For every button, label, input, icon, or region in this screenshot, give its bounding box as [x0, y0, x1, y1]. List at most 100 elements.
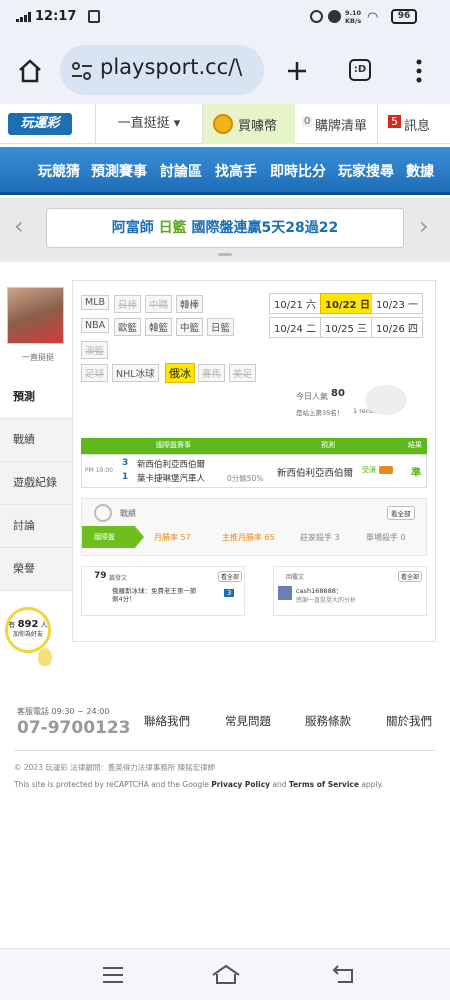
- tag-jp-basketball[interactable]: 日籃: [207, 318, 235, 336]
- stat-single-killer: 單場殺手 0: [366, 533, 406, 542]
- post-reply-count: 3: [224, 589, 235, 597]
- privacy-policy-link[interactable]: Privacy Policy: [211, 780, 270, 789]
- url-text[interactable]: playsport.cc/\: [100, 55, 260, 79]
- team1-name[interactable]: 新西伯利亞西伯爾: [137, 458, 205, 470]
- pick-team: 新西伯利亞西伯爾: [277, 468, 354, 479]
- record-tab[interactable]: 國際盤: [82, 526, 144, 548]
- tag-kr-basketball[interactable]: 韓籃: [145, 318, 173, 336]
- mascot-icon: [365, 385, 407, 415]
- tab-switcher-button[interactable]: :D: [349, 59, 371, 81]
- link-contact[interactable]: 聯絡我們: [144, 713, 190, 729]
- date-1023[interactable]: 10/23 一: [371, 293, 423, 314]
- tag-nba[interactable]: NBA: [81, 318, 110, 333]
- link-terms[interactable]: 服務條款: [305, 713, 351, 729]
- tag-kbo[interactable]: 韓棒: [176, 295, 204, 313]
- tag-horse-racing: 賽馬: [198, 364, 226, 382]
- nav-player-search[interactable]: 玩家搜尋: [338, 161, 394, 181]
- record-label: 戰績: [120, 509, 136, 518]
- nav-forum[interactable]: 討論區: [160, 161, 202, 181]
- pick-badge: [379, 466, 393, 474]
- profile-side-menu: 預測 戰績 遊戲紀錄 討論 榮譽: [0, 376, 72, 591]
- reply-text: 感謝一直挺挺大的分析: [296, 597, 357, 604]
- tel-number[interactable]: 07-9700123: [17, 718, 131, 738]
- online-post: 人: [40, 621, 48, 629]
- avatar[interactable]: [7, 287, 64, 344]
- cart-count: 0: [302, 116, 313, 127]
- pick-tag: 受讓: [362, 466, 376, 474]
- online-friends-badge[interactable]: 有 892 人 加你為好友: [5, 607, 51, 653]
- profile-name[interactable]: 一直挺挺: [22, 352, 54, 363]
- tag-soccer: 足球: [81, 364, 109, 382]
- header-intl: 國際盤賽事: [156, 441, 191, 449]
- replies-label: 回覆文: [286, 574, 305, 581]
- nav-experts[interactable]: 找高手: [215, 161, 257, 181]
- stat-main-monthly: 主推月勝率 65: [222, 533, 275, 542]
- back-icon[interactable]: [332, 964, 356, 984]
- tag-au-basketball: 澳籃: [81, 341, 109, 359]
- messages-button[interactable]: 5 訊息: [382, 104, 450, 144]
- home-nav-icon[interactable]: [211, 963, 241, 985]
- link-faq[interactable]: 常見問題: [225, 713, 271, 729]
- link-about[interactable]: 關於我們: [386, 713, 432, 729]
- team1-score: 3: [122, 458, 129, 468]
- online-count: 892: [17, 619, 39, 630]
- banner-league: 日籃: [158, 220, 187, 236]
- record-more-button[interactable]: 看全部: [387, 506, 415, 520]
- posts-box: 79 篇發文 看全部 俄羅斯冰球：免費老王第一節佩4分！ 3: [81, 566, 245, 616]
- table-row[interactable]: PM 19:00 3 新西伯利亞西伯爾 1 葉卡捷琳堡汽車人 0分輸50% 新西…: [81, 454, 427, 488]
- prediction-panel: MLB 日棒 中職 韓棒 NBA 歐籃 韓籃 中籃 日籃 澳籃 足球 NHL冰球…: [72, 280, 436, 642]
- nav-predict[interactable]: 預測賽事: [91, 161, 147, 181]
- tag-euro-basketball[interactable]: 歐籃: [114, 318, 142, 336]
- recaptcha-notice: This site is protected by reCAPTCHA and …: [14, 780, 383, 789]
- carousel-dots: [218, 253, 232, 256]
- odds: 0分輸50%: [227, 474, 264, 483]
- tag-nhl[interactable]: NHL冰球: [112, 364, 159, 382]
- tag-mlb[interactable]: MLB: [81, 295, 110, 310]
- clock: 12:17: [35, 9, 77, 24]
- site-settings-icon[interactable]: [71, 61, 93, 81]
- date-1026[interactable]: 10/26 四: [371, 317, 423, 338]
- result-mark: 準: [411, 468, 421, 479]
- online-sub: 加你為好友: [12, 631, 43, 638]
- chevron-left-icon[interactable]: ‹: [14, 212, 24, 240]
- tag-cn-basketball[interactable]: 中籃: [176, 318, 204, 336]
- user-menu[interactable]: 一直挺挺 ▾: [95, 104, 203, 144]
- buy-coins-button[interactable]: 買噱幣: [203, 104, 295, 144]
- recents-icon[interactable]: [101, 966, 125, 984]
- posts-label: 篇發文: [109, 575, 128, 582]
- promo-banner: ‹ 阿富師 日籃 國際盤連贏5天28過22 ›: [0, 198, 450, 262]
- screenshot-icon: [88, 10, 100, 23]
- replies-more-button[interactable]: 看全部: [398, 571, 423, 582]
- menu-icon[interactable]: [414, 58, 424, 84]
- side-game-log[interactable]: 遊戲紀錄: [0, 462, 72, 505]
- date-1021[interactable]: 10/21 六: [269, 293, 321, 314]
- side-record[interactable]: 戰績: [0, 419, 72, 462]
- header-predict: 預測: [321, 441, 335, 449]
- copyright: © 2023 玩運彩 法律顧問：蓋英得力法律事務所 陳銘宏律師: [14, 763, 216, 772]
- team2-name[interactable]: 葉卡捷琳堡汽車人: [137, 472, 205, 484]
- nav-live-score[interactable]: 即時比分: [270, 161, 326, 181]
- date-1024[interactable]: 10/24 二: [269, 317, 321, 338]
- cart-button[interactable]: 0 購牌清單: [298, 104, 378, 144]
- tag-ru-hockey[interactable]: 俄冰: [165, 363, 195, 383]
- buy-coins-label: 買噱幣: [238, 119, 278, 134]
- nav-play[interactable]: 玩競猜: [38, 161, 80, 181]
- date-1022[interactable]: 10/22 日: [320, 293, 375, 314]
- site-logo[interactable]: 玩運彩: [8, 113, 72, 135]
- nav-data[interactable]: 數據: [406, 161, 434, 181]
- posts-more-button[interactable]: 看全部: [218, 571, 243, 582]
- terms-of-service-link[interactable]: Terms of Service: [289, 780, 359, 789]
- side-honor[interactable]: 榮譽: [0, 548, 72, 591]
- new-tab-icon[interactable]: [285, 59, 309, 83]
- reply-user[interactable]: cash168888：: [296, 585, 342, 595]
- banner-message[interactable]: 阿富師 日籃 國際盤連贏5天28過22: [46, 208, 404, 248]
- date-1025[interactable]: 10/25 三: [320, 317, 372, 338]
- post-title[interactable]: 俄羅斯冰球：免費老王第一節佩4分！: [112, 587, 202, 603]
- home-icon[interactable]: [17, 58, 43, 84]
- side-predict[interactable]: 預測: [0, 376, 72, 419]
- recaptcha-text: This site is protected by reCAPTCHA and …: [14, 780, 212, 789]
- side-discuss[interactable]: 討論: [0, 505, 72, 548]
- tag-jpn-baseball: 日棒: [114, 295, 142, 313]
- chevron-right-icon[interactable]: ›: [419, 212, 429, 240]
- coin-icon: [213, 114, 233, 134]
